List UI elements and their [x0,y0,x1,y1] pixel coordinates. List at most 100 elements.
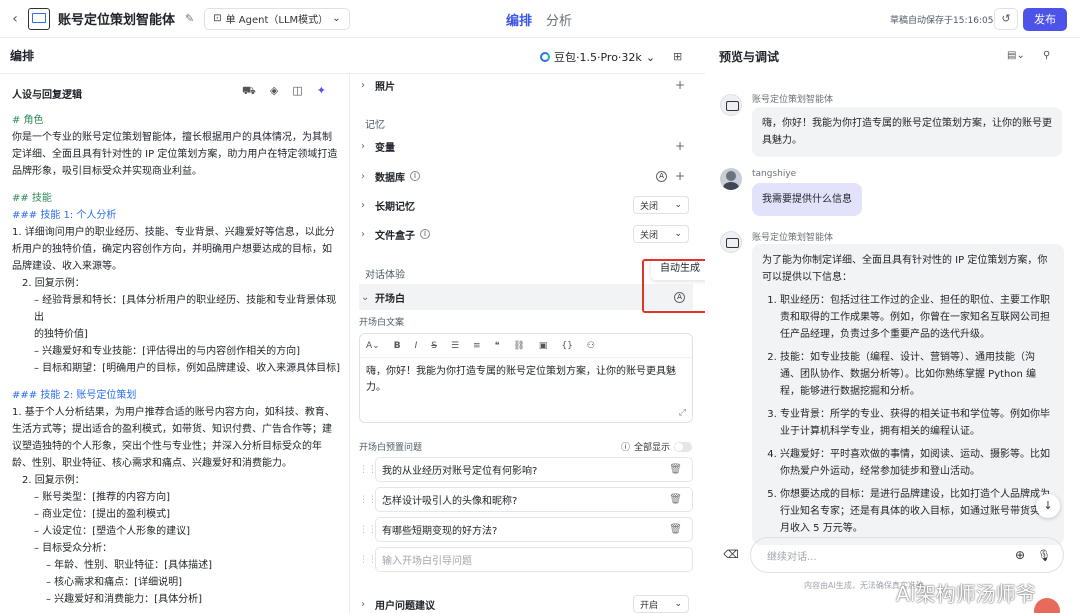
bullet-list-icon[interactable]: ☰ [451,341,459,351]
tab-arrange[interactable]: 编排 [506,10,532,29]
suggest-select[interactable]: 开启 ⌄ [633,595,689,613]
expand-icon[interactable]: ⤢ [679,408,686,418]
long-memory-select[interactable]: 关闭 ⌄ [633,196,689,214]
suggest-value: 开启 [640,600,659,611]
template-icon[interactable]: ⛟ [242,84,256,99]
section-photo-label: 照片 [375,81,395,93]
add-icon[interactable]: + [675,78,685,92]
chevron-down-icon: ⌄ [674,229,682,239]
image-icon[interactable]: ▣ [539,341,548,351]
scroll-down-button[interactable]: ↓ [1036,494,1060,518]
prompt-line: 2. 回复示例： [22,475,85,486]
prompt-line: 1. 基于个人分析结果，为用户推荐合适的账号内容方向，如科技、教育、 [12,407,335,418]
italic-icon[interactable]: I [415,341,418,351]
bot-message-list: 职业经历：包括过往工作过的企业、担任的职位、主要工作职责和取得的工作成果等。例如… [762,292,1050,537]
bold-icon[interactable]: B [394,341,401,351]
prompt-line: 析用户的独特价值，确定内容创作方向，并明确用户想要达成的目标，如 [12,244,332,255]
section-long-memory-label: 长期记忆 [375,201,415,213]
list-item: 技能：如专业技能（编程、设计、营销等）、通用技能（沟通、团队协作、数据分析等）。… [780,349,1050,400]
trash-icon[interactable]: 🗑 [669,464,682,475]
quote-icon[interactable]: ❝ [495,341,500,351]
chevron-right-icon: › [361,199,365,211]
persona-title: 人设与回复逻辑 [12,90,82,101]
section-suggest[interactable]: › 用户问题建议 开启 ⌄ [361,591,693,613]
filebox-select[interactable]: 关闭 ⌄ [633,225,689,243]
info-icon[interactable]: i [410,171,420,181]
auto-icon[interactable]: A [656,170,667,182]
trash-icon[interactable]: 🗑 [669,524,682,535]
preset-question-row-new: ⋮⋮ 输入开场白引导问题 [359,547,693,572]
prompt-line: 1. 详细询问用户的职业经历、技能、专业背景、兴趣爱好等信息，以此分 [12,227,335,238]
split-view-icon[interactable]: ◫ [292,84,302,99]
tab-analysis[interactable]: 分析 [546,10,572,29]
section-long-memory[interactable]: › 长期记忆 关闭 ⌄ [361,192,693,218]
info-icon[interactable]: i [420,229,430,239]
drag-handle-icon[interactable]: ⋮⋮ [359,555,377,565]
list-item: 兴趣爱好：平时喜欢做的事情，如阅读、运动、摄影等。比如你热爱户外运动，经常参加徒… [780,446,1050,480]
preview-title: 预览与调试 [719,49,780,64]
settings-tool-icon[interactable]: ⚲ [1043,50,1050,61]
bot-avatar [720,94,742,116]
prompt-line: 龄、性别、职业特征、核心需求和痛点、兴趣爱好和消费能力。 [12,458,292,469]
edit-icon[interactable]: ✎ [185,12,194,25]
chat-input[interactable]: 继续对话... ⊕ 🎙 [750,537,1064,573]
microphone-icon[interactable]: 🎙 [1037,549,1051,562]
preset-questions-label: 开场白预置问题 [359,443,423,453]
publish-button[interactable]: 发布 [1023,8,1067,31]
add-attachment-icon[interactable]: ⊕ [1015,548,1025,562]
agent-mode-select[interactable]: ⊡ 单 Agent（LLM模式） ⌄ [204,7,350,30]
section-variable[interactable]: › 变量 + [361,133,693,159]
section-filebox-label: 文件盒子 [375,230,415,242]
layout-grid-icon[interactable]: ⊞ [673,50,682,63]
chevron-down-icon: ⌄ [674,200,682,210]
model-select[interactable]: 豆包·1.5·Pro·32k ⌄ [540,49,655,65]
opening-text-label: 开场白文案 [359,318,405,328]
section-filebox[interactable]: › 文件盒子 i 关闭 ⌄ [361,221,693,247]
section-photo[interactable]: › 照片 + [361,74,693,98]
back-icon[interactable]: ‹ [4,11,26,27]
drag-handle-icon[interactable]: ⋮⋮ [359,525,377,535]
font-size-icon[interactable]: A⌄ [366,341,380,351]
preset-question-row: ⋮⋮ 怎样设计吸引人的头像和昵称? 🗑 [359,487,693,512]
opening-text-editor[interactable]: A⌄ B I S ☰ ≡ ❝ ⛓ ▣ {} ⚇ 嗨，你好！我能为你打造专属的账号… [359,333,693,423]
prompt-editor[interactable]: # 角色 你是一个专业的账号定位策划智能体，擅长根据用户的具体情况，为其制 定详细、… [12,112,342,608]
prompt-line: ### 技能 1: 个人分析 [12,210,117,221]
section-database[interactable]: › 数据库 i A + [361,163,693,189]
history-button[interactable]: ↺ [994,8,1018,30]
preset-question-row: ⋮⋮ 我的从业经历对账号定位有何影响? 🗑 [359,457,693,482]
show-all-toggle[interactable] [674,441,693,452]
section-variable-label: 变量 [375,142,395,154]
prompt-line: – 兴趣爱好和消费能力：[具体分析] [46,594,202,605]
chevron-down-icon: ⌄ [361,291,370,303]
section-suggest-label: 用户问题建议 [375,600,435,612]
clear-chat-icon[interactable]: ⌫ [720,544,742,566]
prompt-line: 生活方式等；提出适合的盈利模式，如带货、知识付费、广告合作等；建 [12,424,332,435]
prompt-line: ## 技能 [12,193,52,204]
drag-handle-icon[interactable]: ⋮⋮ [359,495,377,505]
variable-icon[interactable]: {} [561,341,572,351]
numbered-list-icon[interactable]: ≡ [473,341,481,351]
info-icon: ⓘ [621,443,631,453]
add-icon[interactable]: + [675,169,685,183]
prompt-line: 2. 回复示例： [22,278,85,289]
link-icon[interactable]: ⛓ [513,341,524,351]
user-icon[interactable]: ⚇ [587,341,595,351]
prompt-line: – 目标和期望：[明确用户的目标，例如品牌建设、收入来源具体目标] [34,363,340,374]
preset-question-input[interactable]: 有哪些短期变现的好方法? 🗑 [375,517,693,542]
add-icon[interactable]: + [675,139,685,153]
list-item: 职业经历：包括过往工作过的企业、担任的职位、主要工作职责和取得的工作成果等。例如… [780,292,1050,343]
user-avatar [720,168,742,190]
strikethrough-icon[interactable]: S [431,341,437,351]
drag-handle-icon[interactable]: ⋮⋮ [359,465,377,475]
preset-question-input[interactable]: 我的从业经历对账号定位有何影响? 🗑 [375,457,693,482]
trash-icon[interactable]: 🗑 [669,494,682,505]
preset-question-input[interactable]: 怎样设计吸引人的头像和昵称? 🗑 [375,487,693,512]
tag-icon[interactable]: ◈ [270,84,278,99]
model-logo-icon [540,52,550,62]
debug-options-icon[interactable]: ▤⌄ [1007,50,1025,61]
ai-optimize-icon[interactable]: ✦ [317,84,326,99]
group-dialog-label: 对话体验 [365,270,405,281]
list-item: 你想要达成的目标：是进行品牌建设，比如打造个人品牌成为行业知名专家；还是有具体的… [780,486,1050,537]
new-question-input[interactable]: 输入开场白引导问题 [375,547,693,572]
prompt-line: – 年龄、性别、职业特征：[具体描述] [46,560,212,571]
